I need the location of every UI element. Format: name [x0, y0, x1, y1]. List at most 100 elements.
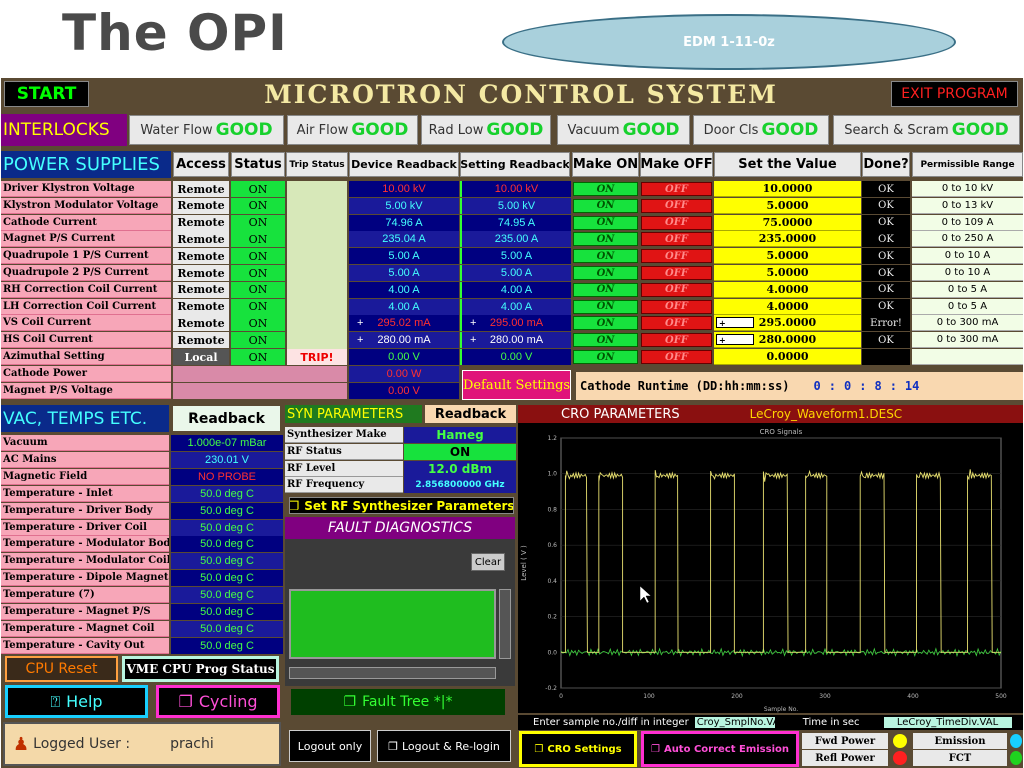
value-stepper[interactable]: +: [716, 334, 754, 346]
set-value-field[interactable]: 10.0000: [714, 181, 861, 197]
window-icon: ❐: [289, 498, 300, 513]
help-button[interactable]: ⍰ Help: [5, 685, 148, 718]
interlock-3: Vacuum GOOD: [557, 115, 690, 145]
clear-button[interactable]: Clear: [471, 553, 505, 571]
make-on-button[interactable]: ON: [573, 249, 638, 264]
set-rf-synth-button[interactable]: ❐ Set RF Synthesizer Parameters: [289, 497, 514, 514]
set-value-field[interactable]: 4.0000: [714, 281, 861, 298]
set-value-field[interactable]: 5.0000: [714, 197, 861, 214]
user-icon: ♟: [13, 733, 30, 755]
make-on-button[interactable]: ON: [573, 316, 638, 331]
device-readback-value: 280.00 mA: [377, 334, 431, 347]
cycling-button[interactable]: ❐ Cycling: [156, 685, 280, 718]
make-off-button[interactable]: OFF: [641, 198, 712, 213]
make-off-button[interactable]: OFF: [641, 249, 712, 264]
auto-correct-emission-button[interactable]: ❐ Auto Correct Emission: [641, 731, 799, 767]
permissible-range: 0 to 5 A: [912, 298, 1023, 315]
permissible-range: 0 to 250 A: [912, 231, 1023, 248]
set-value-field[interactable]: 5.0000: [714, 265, 861, 281]
device-readback-value: 4.00 A: [388, 283, 420, 296]
setting-readback: 235.00 A: [460, 231, 571, 248]
status-cell: ON: [231, 197, 285, 214]
permissible-range: [912, 349, 1023, 365]
vac-row-label: Magnetic Field: [1, 468, 169, 485]
exit-program-button[interactable]: EXIT PROGRAM: [891, 81, 1018, 107]
access-cell: Remote: [173, 214, 229, 231]
logout-only-button[interactable]: Logout only: [289, 730, 371, 762]
status-cell: ON: [231, 332, 285, 349]
value-stepper[interactable]: +: [716, 317, 754, 329]
interlock-status: GOOD: [951, 120, 1009, 140]
make-on-button[interactable]: ON: [573, 182, 638, 196]
make-on-button[interactable]: ON: [573, 266, 638, 280]
window-icon: ❐: [650, 743, 660, 755]
syn-row-label: RF Frequency: [285, 477, 403, 494]
make-on-button[interactable]: ON: [573, 232, 638, 247]
make-on-button[interactable]: ON: [573, 215, 638, 230]
make-off-button[interactable]: OFF: [641, 282, 712, 297]
make-off-button[interactable]: OFF: [641, 333, 712, 348]
fault-tree-button[interactable]: ❐ Fault Tree *|*: [291, 689, 505, 715]
vme-cpu-status-button[interactable]: VME CPU Prog Status: [122, 656, 279, 682]
time-div-input[interactable]: LeCroy_TimeDiv.VAL: [883, 717, 1012, 728]
fault-vertical-scrollbar[interactable]: [499, 589, 511, 659]
vac-readback-value: 230.01 V: [171, 451, 283, 468]
interlock-name: Search & Scram: [844, 122, 949, 138]
done-status: OK: [862, 181, 910, 197]
vac-readback-value: 50.0 deg C: [171, 637, 283, 654]
plus-sign: +: [357, 334, 364, 347]
set-value-text: 0.0000: [766, 350, 809, 363]
device-readback-value: 5.00 kV: [385, 199, 423, 212]
set-value-field[interactable]: 4.0000: [714, 298, 861, 315]
vac-row-label: Temperature - Magnet Coil: [1, 620, 169, 637]
set-value-field[interactable]: 75.0000: [714, 214, 861, 231]
set-value-field[interactable]: 0.0000: [714, 349, 861, 365]
set-value-field[interactable]: +280.0000: [714, 332, 861, 349]
set-value-field[interactable]: 5.0000: [714, 248, 861, 265]
make-on-button[interactable]: ON: [573, 350, 638, 364]
cpu-reset-button[interactable]: CPU Reset: [5, 656, 118, 682]
device-readback: 235.04 A: [349, 231, 459, 248]
make-off-button[interactable]: OFF: [641, 266, 712, 280]
default-settings-button[interactable]: Default Settings: [462, 370, 571, 400]
power-row-label: Azimuthal Setting: [1, 349, 171, 365]
make-off-button[interactable]: OFF: [641, 182, 712, 196]
access-cell: Local: [173, 349, 229, 365]
setting-readback-value: 5.00 kV: [497, 199, 536, 212]
power-row-label: Cathode Power: [1, 365, 171, 382]
sample-number-input[interactable]: Croy_SmplNo.VA: [694, 717, 779, 728]
set-value-text: 75.0000: [762, 215, 813, 229]
chart-xlabel: Sample No.: [764, 706, 798, 713]
syn-readback-value: 12.0 dBm: [404, 460, 516, 477]
status-cell: ON: [231, 265, 285, 281]
set-value-field[interactable]: +295.0000: [714, 315, 861, 332]
cro-settings-button[interactable]: ❐ CRO Settings: [519, 731, 637, 767]
logout-relogin-button[interactable]: ❐ Logout & Re-login: [377, 730, 511, 762]
make-off-button[interactable]: OFF: [641, 215, 712, 230]
device-readback-value: 5.00 A: [388, 250, 420, 263]
make-on-button[interactable]: ON: [573, 299, 638, 314]
make-off-button[interactable]: OFF: [641, 299, 712, 314]
make-on-button[interactable]: ON: [573, 198, 638, 213]
interlock-4: Door Cls GOOD: [693, 115, 829, 145]
device-readback: 5.00 A: [349, 248, 459, 265]
power-col-header-9: Permissible Range: [912, 152, 1023, 177]
make-off-button[interactable]: OFF: [641, 350, 712, 364]
start-button[interactable]: START: [4, 81, 89, 107]
make-on-button[interactable]: ON: [573, 333, 638, 348]
syn-readback-value: 2.856800000 GHz: [404, 477, 516, 494]
status-cell: ON: [231, 248, 285, 265]
set-value-field[interactable]: 235.0000: [714, 231, 861, 248]
fct-indicator-icon: [1010, 751, 1022, 765]
setting-readback: 10.00 kV: [460, 181, 571, 197]
power-row-label: Quadrupole 1 P/S Current: [1, 248, 171, 265]
make-on-button[interactable]: ON: [573, 282, 638, 297]
trip-status-cell: [287, 332, 347, 350]
make-off-button[interactable]: OFF: [641, 232, 712, 247]
fault-horizontal-scrollbar[interactable]: [289, 667, 496, 679]
permissible-range: 0 to 10 kV: [912, 181, 1023, 197]
power-col-header-6: Make OFF: [640, 152, 713, 177]
permissible-range: 0 to 300 mA: [912, 315, 1023, 332]
refl-power-indicator-icon: [893, 751, 907, 765]
make-off-button[interactable]: OFF: [641, 316, 712, 331]
